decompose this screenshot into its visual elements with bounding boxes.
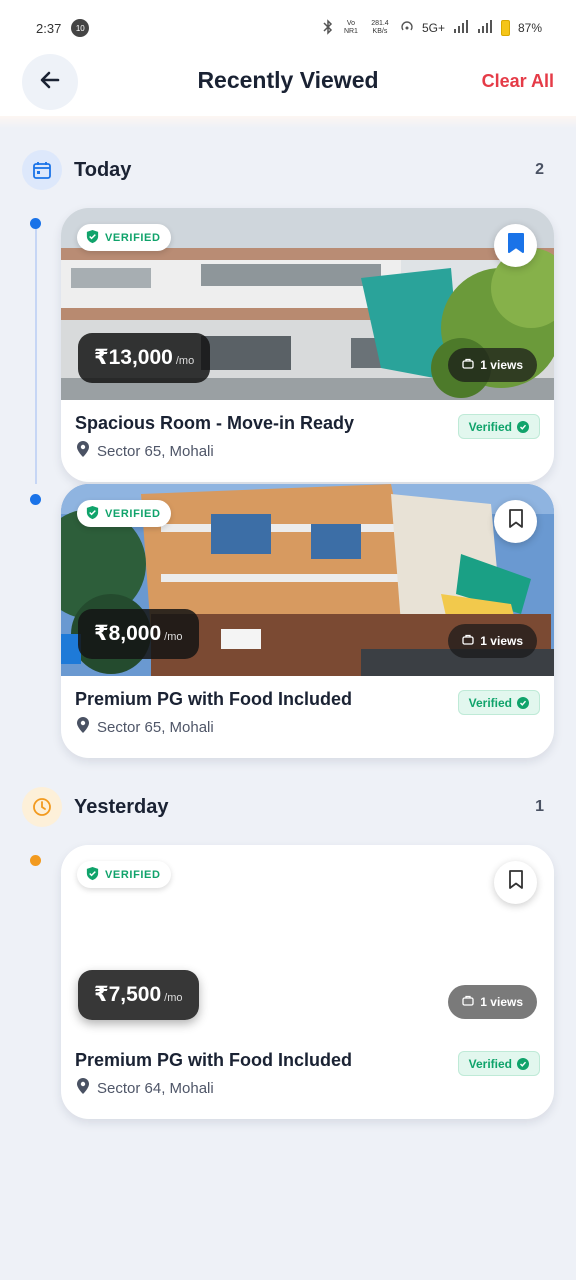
bookmark-outline-icon <box>507 508 525 535</box>
verified-badge-label: Verified <box>468 419 512 434</box>
battery-level: 87% <box>517 21 542 35</box>
location-text: Sector 65, Mohali <box>97 718 214 736</box>
shield-check-icon <box>85 505 100 523</box>
bluetooth-icon <box>322 18 334 38</box>
verified-badge: Verified <box>457 414 540 439</box>
speed-label: 281.4 KB/s <box>371 20 389 35</box>
calendar-icon <box>22 150 62 190</box>
check-circle-icon <box>517 1057 529 1070</box>
section-title: Yesterday <box>74 795 169 818</box>
price-amount: ₹13,000 <box>94 346 173 369</box>
verified-badge: Verified <box>457 690 540 715</box>
listing-title: Premium PG with Food Included <box>75 689 353 709</box>
location-text: Sector 64, Mohali <box>97 1079 214 1097</box>
shield-check-icon <box>85 229 100 247</box>
timeline-dot <box>30 855 41 866</box>
price-amount: ₹7,500 <box>94 983 162 1006</box>
views-label: 1 views <box>480 634 523 648</box>
listing-location: Sector 65, Mohali <box>77 717 214 737</box>
listing-card[interactable]: VERIFIED ₹8,000 /mo 1 views Premium PG w… <box>61 484 554 758</box>
price-period: /mo <box>164 992 183 1004</box>
section-title: Today <box>74 158 132 181</box>
check-circle-icon <box>517 420 529 433</box>
timeline-line <box>35 228 37 484</box>
verified-tag-label: VERIFIED <box>105 868 161 881</box>
timeline-dot <box>30 494 41 505</box>
views-count: 1 views <box>448 985 537 1019</box>
section-count: 2 <box>535 161 544 178</box>
bookmark-filled-icon <box>507 232 525 259</box>
clock-icon <box>22 787 62 827</box>
notification-badge: 10 <box>71 19 90 37</box>
listing-card[interactable]: VERIFIED ₹13,000 /mo 1 views Spacious Ro… <box>61 208 554 482</box>
hotspot-icon <box>400 20 414 37</box>
section-count: 1 <box>535 798 544 815</box>
verified-tag: VERIFIED <box>77 500 171 527</box>
listing-location: Sector 65, Mohali <box>77 441 214 461</box>
section-today: Today 2 <box>22 149 554 191</box>
price-amount: ₹8,000 <box>94 622 162 645</box>
location-text: Sector 65, Mohali <box>97 442 214 460</box>
timeline-dot <box>30 218 41 229</box>
price-tag: ₹7,500 /mo <box>78 970 199 1020</box>
signal-icon-2 <box>477 19 493 37</box>
status-time: 2:37 <box>36 20 62 36</box>
check-circle-icon <box>517 696 529 709</box>
map-pin-icon <box>77 441 89 461</box>
map-pin-icon <box>77 1078 89 1098</box>
section-yesterday: Yesterday 1 <box>22 786 554 828</box>
status-bar: 2:37 10 Vo NR1 281.4 KB/s 5G+ 87% <box>0 0 576 56</box>
verified-badge: Verified <box>457 1051 540 1076</box>
verified-badge-label: Verified <box>468 1056 512 1071</box>
eye-box-icon <box>462 358 474 372</box>
verified-tag: VERIFIED <box>77 861 171 888</box>
listing-location: Sector 64, Mohali <box>77 1078 214 1098</box>
listing-title: Spacious Room - Move-in Ready <box>75 413 355 433</box>
price-period: /mo <box>175 355 195 367</box>
verified-badge-label: Verified <box>468 695 512 710</box>
clear-all-button[interactable]: Clear All <box>482 71 554 92</box>
signal-icon <box>453 19 469 37</box>
network-type: 5G+ <box>421 21 445 35</box>
eye-box-icon <box>462 995 474 1009</box>
verified-tag-label: VERIFIED <box>105 507 161 520</box>
eye-box-icon <box>462 634 474 648</box>
bookmark-button[interactable] <box>494 861 537 904</box>
header-divider <box>0 116 576 128</box>
bookmark-button[interactable] <box>494 224 537 267</box>
price-period: /mo <box>164 631 183 643</box>
bookmark-outline-icon <box>507 869 525 896</box>
volte-label: Vo NR1 <box>343 20 358 35</box>
price-tag: ₹8,000 /mo <box>78 609 199 659</box>
listing-title: Premium PG with Food Included <box>75 1050 353 1070</box>
listing-card[interactable]: VERIFIED ₹7,500 /mo 1 views Premium PG w… <box>61 845 554 1119</box>
views-count: 1 views <box>448 624 537 658</box>
price-tag: ₹13,000 /mo <box>78 333 211 383</box>
battery-icon <box>500 20 510 36</box>
verified-tag: VERIFIED <box>77 224 171 251</box>
views-count: 1 views <box>448 348 537 382</box>
views-label: 1 views <box>480 358 523 372</box>
map-pin-icon <box>77 717 89 737</box>
bookmark-button[interactable] <box>494 500 537 543</box>
views-label: 1 views <box>480 995 523 1009</box>
shield-check-icon <box>85 866 100 884</box>
verified-tag-label: VERIFIED <box>105 231 161 244</box>
